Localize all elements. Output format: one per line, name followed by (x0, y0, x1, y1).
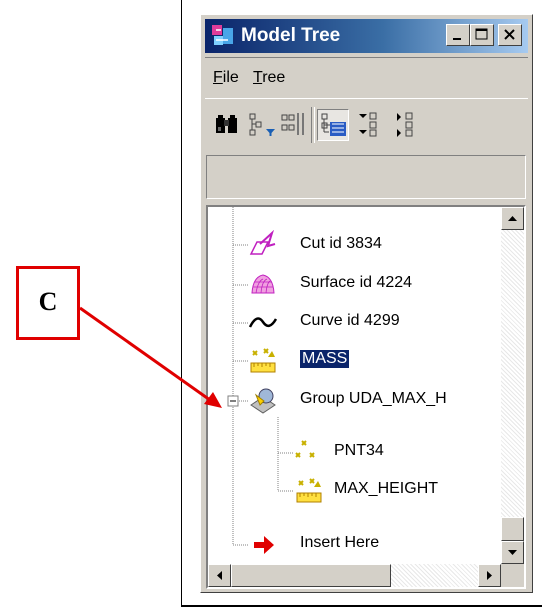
cut-feature-icon (249, 230, 276, 255)
scrollbar-corner (501, 564, 524, 587)
arrow-down-icon (508, 550, 517, 555)
tree-filter-icon (249, 113, 275, 136)
minimize-button[interactable] (446, 24, 470, 46)
collapse-all-button[interactable] (391, 109, 423, 141)
tree-columns-icon (281, 113, 304, 135)
tree-filter-button[interactable] (246, 109, 278, 141)
scroll-right-button[interactable] (478, 564, 501, 587)
datum-point-icon (295, 440, 315, 458)
title-bar[interactable]: Model Tree (205, 19, 528, 53)
model-tree-view[interactable]: Cut id 3834 Surface id 4224 Curve id 429… (206, 205, 526, 589)
insert-here-arrow-icon (254, 536, 274, 554)
model-tree-window: Model Tree File Tree Cut id 3834 Surface… (200, 14, 533, 593)
group-feature-icon (250, 388, 276, 414)
close-button[interactable] (498, 24, 522, 46)
maximize-button[interactable] (470, 24, 494, 46)
arrow-right-icon (487, 571, 492, 580)
show-model-tree-button[interactable] (317, 109, 349, 141)
scroll-down-button[interactable] (501, 541, 524, 564)
arrow-up-icon (508, 216, 517, 221)
menu-file[interactable]: File (213, 69, 239, 87)
window-title: Model Tree (241, 25, 341, 46)
model-tree-icon (321, 113, 346, 136)
scroll-left-button[interactable] (208, 564, 231, 587)
vertical-scrollbar[interactable] (501, 207, 524, 564)
horizontal-scrollbar[interactable] (208, 564, 501, 587)
maximize-icon (475, 28, 488, 40)
tree-columns-button[interactable] (278, 109, 310, 141)
menu-tree[interactable]: Tree (253, 69, 285, 87)
binoculars-icon (216, 115, 237, 133)
surface-feature-icon (251, 274, 275, 294)
minimize-icon (453, 38, 461, 40)
menu-bar: File Tree (205, 57, 528, 99)
search-button[interactable] (211, 109, 243, 141)
close-icon (504, 29, 515, 40)
vertical-scroll-thumb[interactable] (501, 517, 524, 541)
toolbar-separator (311, 107, 315, 143)
arrow-left-icon (217, 571, 222, 580)
collapse-all-icon (397, 112, 413, 137)
expand-all-icon (359, 112, 377, 137)
scroll-up-button[interactable] (501, 207, 524, 230)
app-icon (212, 25, 233, 45)
curve-feature-icon (248, 317, 278, 328)
callout-label: C (38, 287, 58, 316)
analysis-feature-icon (296, 478, 322, 503)
analysis-feature-icon (250, 348, 276, 373)
horizontal-scroll-thumb[interactable] (231, 564, 391, 587)
toolbar (205, 103, 528, 151)
status-field (206, 155, 526, 199)
expand-all-button[interactable] (355, 109, 387, 141)
callout-box: C (16, 266, 80, 340)
